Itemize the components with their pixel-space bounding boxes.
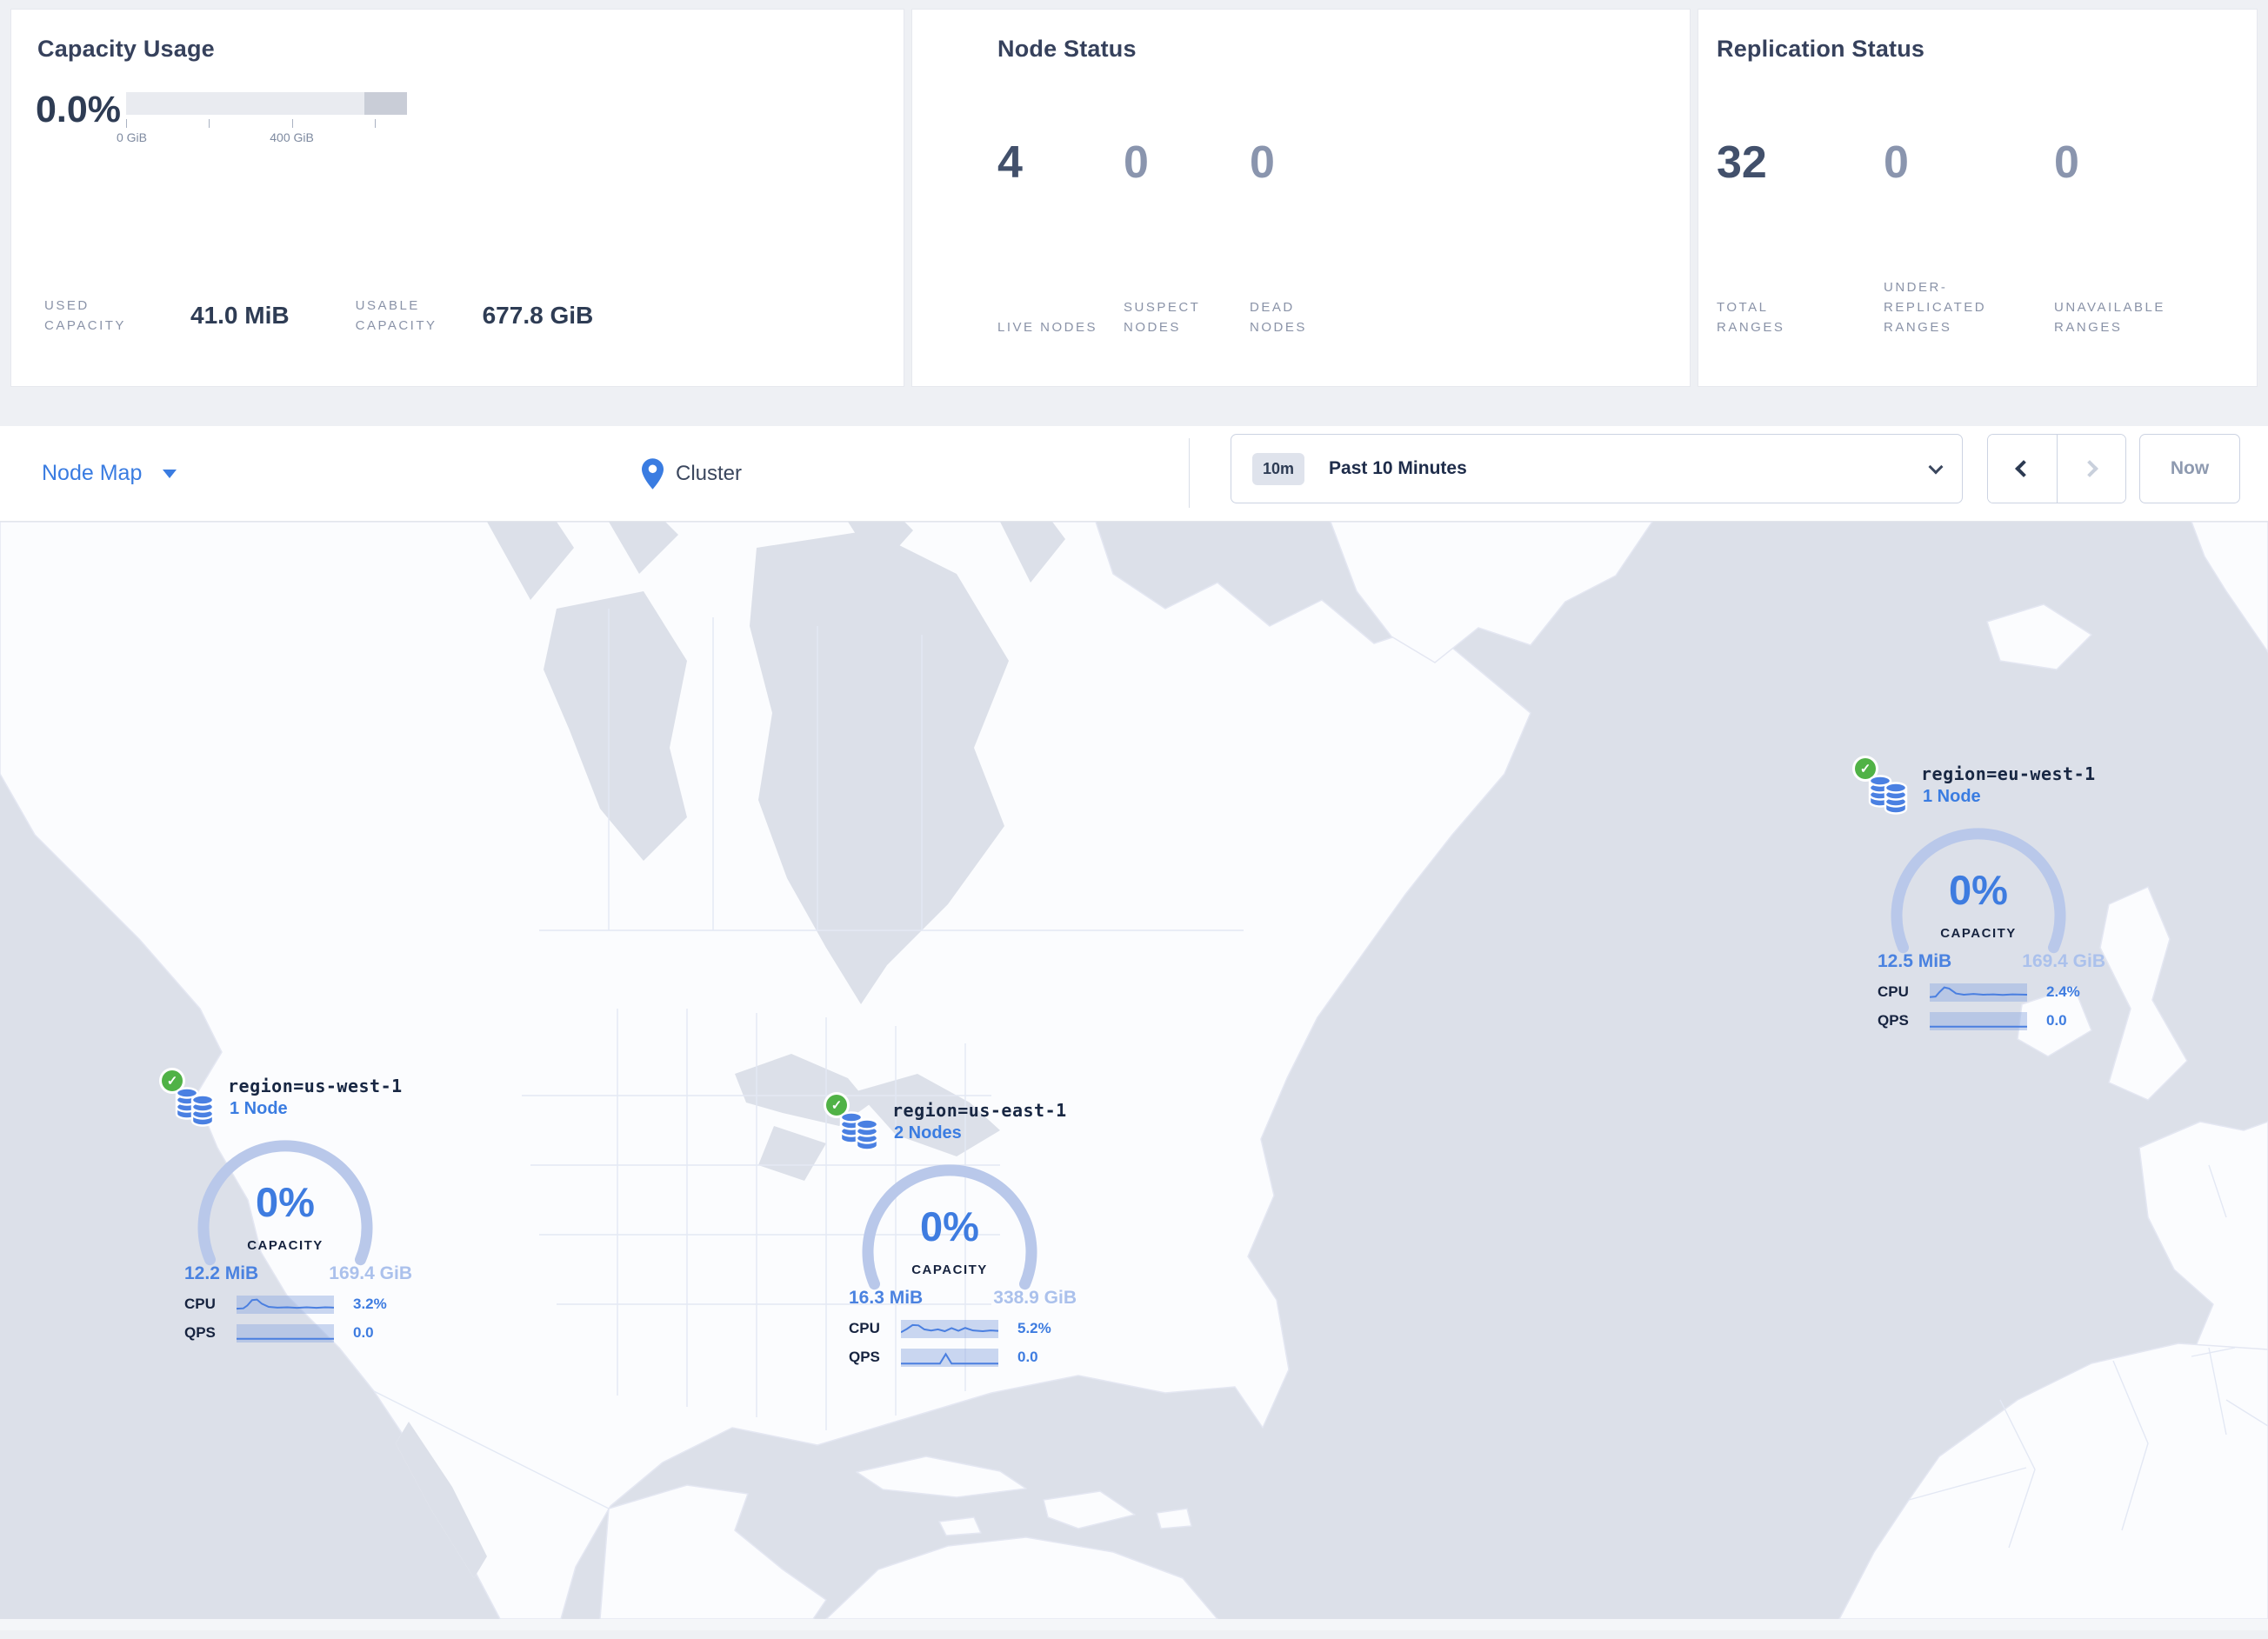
region-label: region=eu-west-1 <box>1921 763 2096 784</box>
qps-value: 0.0 <box>1017 1349 1038 1365</box>
dead-nodes-count: 0 <box>1250 137 1275 188</box>
qps-label: QPS <box>849 1349 880 1365</box>
cpu-sparkline <box>901 1319 998 1338</box>
capacity-usage-title: Capacity Usage <box>37 36 215 62</box>
database-icon <box>839 1111 879 1151</box>
axis-tick-label: 400 GiB <box>270 130 314 144</box>
node-map-canvas[interactable]: ✓ region=us-west-1 1 Node 0% CAPACITY 12… <box>0 522 2268 1619</box>
chevron-down-icon <box>1928 459 1944 475</box>
now-button[interactable]: Now <box>2139 434 2240 503</box>
capacity-bar <box>126 92 407 115</box>
capacity-percent: 0% <box>256 1179 315 1225</box>
total-ranges-label: TOTAL RANGES <box>1717 300 1785 335</box>
qps-label: QPS <box>1878 1012 1909 1029</box>
unavailable-ranges-label: UNAVAILABLE RANGES <box>2054 300 2165 335</box>
cpu-value: 2.4% <box>2046 983 2080 1000</box>
time-range-label: Past 10 Minutes <box>1329 458 1467 478</box>
usable-capacity: 169.4 GiB <box>329 1263 412 1283</box>
time-step-buttons <box>1987 434 2126 503</box>
capacity-percent: 0% <box>1949 867 2008 913</box>
used-capacity: 16.3 MiB <box>849 1288 924 1308</box>
cpu-label: CPU <box>1878 983 1909 1000</box>
under-replicated-count: 0 <box>1884 137 1909 188</box>
used-capacity-value: 41.0 MiB <box>190 302 290 329</box>
time-range-dropdown[interactable]: 10m Past 10 Minutes <box>1231 434 1963 503</box>
unavailable-ranges-count: 0 <box>2054 137 2079 188</box>
map-footer-strip <box>0 1619 2268 1630</box>
region-marker-eu-west-1[interactable]: ✓ region=eu-west-1 1 Node 0% CAPACITY 12… <box>1855 758 2116 1045</box>
database-icon <box>1868 775 1908 815</box>
cpu-label: CPU <box>184 1296 216 1312</box>
live-nodes-count: 4 <box>997 137 1023 188</box>
chevron-left-icon <box>2015 460 2033 477</box>
capacity-label: CAPACITY <box>911 1263 988 1277</box>
cpu-label: CPU <box>849 1320 880 1336</box>
usable-capacity-label: USABLE CAPACITY <box>355 298 437 333</box>
capacity-bar-other-segment <box>364 92 407 115</box>
step-forward-button[interactable] <box>2056 435 2125 503</box>
cpu-sparkline <box>1930 983 2027 1002</box>
cpu-value: 5.2% <box>1017 1320 1051 1336</box>
node-count-link[interactable]: 1 Node <box>1923 787 1981 807</box>
node-status-card: Node Status 4 LIVE NODES 0 SUSPECT NODES… <box>911 9 1691 387</box>
capacity-label: CAPACITY <box>1940 926 2017 941</box>
suspect-nodes-count: 0 <box>1124 137 1149 188</box>
axis-tick-label: 0 GiB <box>116 130 147 144</box>
map-toolbar: Node Map Cluster 10m Past 10 Minutes Now <box>0 426 2268 522</box>
view-selector-label: Node Map <box>42 461 143 485</box>
usable-capacity: 169.4 GiB <box>2022 951 2105 971</box>
qps-sparkline <box>1930 1011 2027 1030</box>
qps-value: 0.0 <box>2046 1012 2067 1029</box>
time-range-badge: 10m <box>1252 452 1305 485</box>
region-marker-us-east-1[interactable]: ✓ region=us-east-1 2 Nodes 0% CAPACITY 1… <box>826 1095 1087 1382</box>
axis-tick <box>374 119 376 128</box>
chevron-down-icon <box>163 469 177 478</box>
island-puerto-rico <box>1156 1508 1192 1529</box>
qps-label: QPS <box>184 1324 216 1341</box>
summary-bar: Capacity Usage 0.0% 0 GiB 400 GiB USED C… <box>10 9 2258 387</box>
axis-tick <box>126 119 127 128</box>
chevron-right-icon <box>2080 460 2098 477</box>
axis-tick <box>208 119 210 128</box>
location-pin-icon <box>642 457 664 490</box>
step-back-button[interactable] <box>1988 435 2057 503</box>
capacity-usage-card: Capacity Usage 0.0% 0 GiB 400 GiB USED C… <box>10 9 904 387</box>
qps-sparkline <box>237 1323 334 1343</box>
under-replicated-label: UNDER-REPLICATED RANGES <box>1884 280 1987 335</box>
cpu-sparkline <box>237 1295 334 1314</box>
toolbar-divider <box>1189 438 1190 508</box>
cpu-value: 3.2% <box>353 1296 387 1312</box>
region-label: region=us-west-1 <box>228 1076 403 1096</box>
dead-nodes-label: DEAD NODES <box>1250 300 1307 335</box>
region-marker-us-west-1[interactable]: ✓ region=us-west-1 1 Node 0% CAPACITY 12… <box>162 1070 423 1357</box>
node-count-link[interactable]: 1 Node <box>230 1099 288 1119</box>
live-nodes-label: LIVE NODES <box>997 320 1098 335</box>
used-capacity: 12.5 MiB <box>1878 951 1952 971</box>
qps-sparkline <box>901 1348 998 1367</box>
qps-value: 0.0 <box>353 1324 374 1341</box>
suspect-nodes-label: SUSPECT NODES <box>1124 300 1201 335</box>
replication-status-card: Replication Status 32 TOTAL RANGES 0 UND… <box>1698 9 2258 387</box>
node-count-link[interactable]: 2 Nodes <box>894 1123 962 1143</box>
usable-capacity-value: 677.8 GiB <box>482 302 594 329</box>
breadcrumb[interactable]: Cluster <box>642 426 742 521</box>
total-ranges-count: 32 <box>1717 137 1767 188</box>
axis-tick <box>291 119 293 128</box>
capacity-label: CAPACITY <box>247 1238 324 1253</box>
region-label: region=us-east-1 <box>892 1100 1067 1121</box>
breadcrumb-label: Cluster <box>676 461 743 485</box>
database-icon <box>175 1087 215 1127</box>
capacity-percent: 0% <box>920 1203 979 1249</box>
used-capacity-label: USED CAPACITY <box>44 298 126 333</box>
used-capacity: 12.2 MiB <box>184 1263 259 1283</box>
capacity-percent: 0.0% <box>36 89 122 130</box>
view-selector-dropdown[interactable]: Node Map <box>42 426 177 521</box>
usable-capacity: 338.9 GiB <box>993 1288 1077 1308</box>
capacity-gauge: 0.0% 0 GiB 400 GiB <box>36 89 407 144</box>
